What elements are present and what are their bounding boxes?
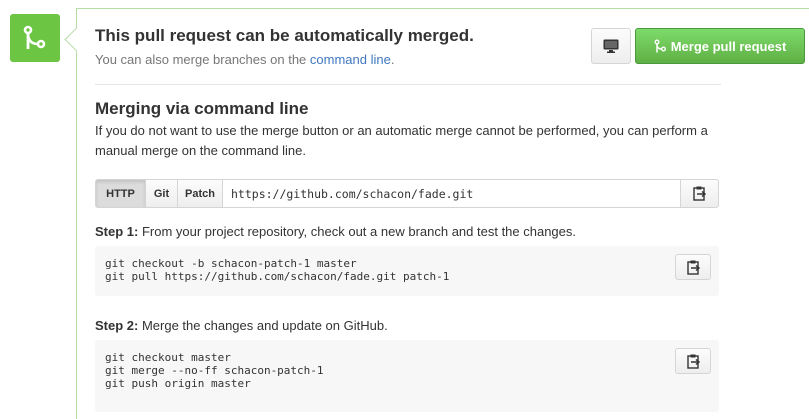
command-line-link[interactable]: command line <box>310 52 391 67</box>
step-2-text: Step 2: Merge the changes and update on … <box>95 318 388 333</box>
code-line: git checkout master <box>105 351 231 364</box>
merge-status-title: This pull request can be automatically m… <box>95 26 474 45</box>
panel-arrow <box>64 27 89 52</box>
code-line: git pull https://github.com/schacon/fade… <box>105 270 450 283</box>
command-line-description: If you do not want to use the merge butt… <box>95 123 708 158</box>
code-line: git push origin master <box>105 377 251 390</box>
step-1-code: git checkout -b schacon-patch-1 master gi… <box>105 257 449 283</box>
code-line: git merge --no-ff schacon-patch-1 <box>105 364 324 377</box>
step-1-label: Step 1: <box>95 224 139 239</box>
clipboard-icon <box>686 354 700 369</box>
step-1-code-block: git checkout -b schacon-patch-1 master gi… <box>95 246 719 296</box>
code-line: git checkout -b schacon-patch-1 master <box>105 257 357 270</box>
step-1-description: From your project repository, check out … <box>141 224 577 239</box>
protocol-git-button[interactable]: Git <box>146 179 178 208</box>
copy-url-button[interactable] <box>681 179 719 208</box>
step-2-label: Step 2: <box>95 318 139 333</box>
step-2-code-block: git checkout master git merge --no-ff sch… <box>95 340 719 412</box>
git-merge-icon <box>23 25 46 49</box>
copy-step-2-button[interactable] <box>675 348 711 374</box>
protocol-patch-button[interactable]: Patch <box>178 179 223 208</box>
clone-url-input[interactable] <box>223 179 681 208</box>
step-2-description: Merge the changes and update on GitHub. <box>141 318 388 333</box>
git-merge-icon <box>654 39 666 53</box>
divider <box>95 84 721 85</box>
desktop-icon <box>603 39 619 53</box>
merge-pull-request-button[interactable]: Merge pull request <box>635 28 805 64</box>
clone-url-group: HTTP Git Patch <box>95 179 719 208</box>
command-line-title: Merging via command line <box>95 99 309 118</box>
step-2-code: git checkout master git merge --no-ff sch… <box>105 351 324 390</box>
clipboard-icon <box>686 260 700 275</box>
protocol-http-button[interactable]: HTTP <box>95 179 146 208</box>
merge-panel: This pull request can be automatically m… <box>64 8 809 419</box>
open-desktop-button[interactable] <box>591 28 631 64</box>
copy-step-1-button[interactable] <box>675 254 711 280</box>
clipboard-icon <box>693 186 706 201</box>
merge-button-label: Merge pull request <box>670 38 787 54</box>
step-1-text: Step 1: From your project repository, ch… <box>95 224 576 239</box>
merge-status-subtitle: You can also merge branches on the comma… <box>95 52 394 67</box>
subtitle-prefix: You can also merge branches on the <box>95 52 307 67</box>
merge-status-badge <box>10 14 60 62</box>
subtitle-suffix: . <box>390 52 395 67</box>
